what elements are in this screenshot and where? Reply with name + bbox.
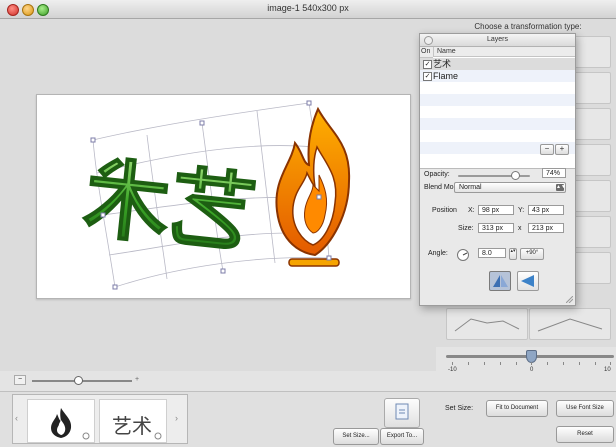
artwork-svg[interactable]: 艺术	[37, 95, 410, 298]
size-separator: x	[518, 225, 522, 232]
reset-button[interactable]: Reset	[556, 426, 614, 443]
flip-horizontal-icon	[493, 275, 508, 287]
flip-horizontal-button[interactable]	[489, 271, 511, 291]
angle-stepper[interactable]: ▴▾	[509, 248, 517, 260]
artwork-text-layer[interactable]: 艺术	[78, 148, 261, 267]
svg-text:艺术: 艺术	[79, 149, 261, 266]
zoom-slider-knob[interactable]	[74, 376, 83, 385]
add-layer-button[interactable]: +	[555, 144, 569, 155]
slider-tick	[516, 362, 517, 365]
width-field[interactable]: 313 px	[478, 223, 514, 233]
empty-row	[420, 94, 575, 106]
slider-tick	[579, 362, 580, 365]
slider-tick	[595, 362, 596, 365]
set-size-button[interactable]: Set Size...	[333, 428, 379, 445]
wave-preview-icon	[454, 318, 520, 332]
slider-tick	[500, 362, 501, 365]
empty-row	[420, 82, 575, 94]
slider-min-label: -10	[448, 367, 457, 373]
flip-vertical-button[interactable]	[517, 271, 539, 291]
slider-tick	[468, 362, 469, 365]
column-name[interactable]: Name	[433, 47, 575, 57]
scroll-right-icon[interactable]: ›	[175, 413, 178, 423]
flame-icon	[51, 408, 90, 440]
layers-palette-title: Layers	[486, 36, 508, 43]
empty-row	[420, 106, 575, 118]
opacity-field[interactable]: 74%	[542, 168, 566, 178]
thumbnail-gear-icon	[154, 432, 162, 440]
remove-layer-button[interactable]: −	[540, 144, 554, 155]
position-label: Position	[432, 207, 457, 214]
layer-visible-checkbox[interactable]: ✓	[423, 60, 432, 69]
text-thumbnail[interactable]: 艺术	[99, 399, 167, 443]
zoom-in-label[interactable]: +	[135, 376, 139, 383]
slider-tick	[563, 362, 564, 365]
layer-visible-checkbox[interactable]: ✓	[423, 72, 432, 81]
layer-name: Flame	[433, 71, 459, 81]
slider-max-label: 10	[604, 367, 611, 373]
layer-name: 艺术	[433, 59, 452, 69]
flame-thumbnail[interactable]	[27, 399, 95, 443]
x-label: X:	[468, 207, 475, 214]
blend-mode-value: Normal	[459, 184, 482, 191]
title-bar: image-1 540x300 px	[0, 0, 616, 19]
layer-row[interactable]: ✓ 艺术	[420, 58, 575, 70]
empty-row	[420, 130, 575, 142]
set-size-label: Set Size:	[445, 405, 474, 412]
use-font-size-button[interactable]: Use Font Size	[556, 400, 614, 417]
export-icon[interactable]	[384, 398, 420, 428]
slider-tick	[547, 362, 548, 365]
y-field[interactable]: 43 px	[528, 205, 564, 215]
angle-field[interactable]: 8.0	[478, 248, 506, 258]
preset-panel-title: Choose a transformation type:	[474, 22, 582, 31]
layers-palette[interactable]: Layers On Name ✓ 艺术 ✓ Flame − + Opacity:…	[419, 33, 576, 306]
export-button[interactable]: Export To...	[380, 428, 424, 445]
scroll-left-icon[interactable]: ‹	[15, 413, 18, 423]
preset-tile[interactable]	[529, 308, 611, 340]
slider-tick	[610, 362, 611, 365]
angle-dial-icon[interactable]	[457, 249, 469, 261]
resize-grip-icon[interactable]	[566, 296, 573, 303]
column-on[interactable]: On	[420, 47, 433, 58]
layer-thumbnails-strip: 艺术 ‹ ›	[12, 394, 188, 444]
preset-tile[interactable]	[446, 308, 528, 340]
slider-tick	[452, 362, 453, 365]
rotate-90-button[interactable]: +90°	[520, 248, 544, 260]
layers-palette-header[interactable]: Layers	[420, 34, 575, 47]
artboard[interactable]: 艺术	[36, 94, 411, 299]
size-label: Size:	[458, 225, 474, 232]
opacity-label: Opacity:	[424, 171, 450, 178]
blend-mode-select[interactable]: Normal ▲▼	[454, 182, 566, 193]
slider-tick	[531, 362, 532, 365]
zoom-out-button[interactable]: −	[14, 375, 26, 385]
window-title: image-1 540x300 px	[267, 3, 349, 13]
opacity-slider-knob[interactable]	[511, 171, 520, 180]
fit-to-document-button[interactable]: Fit to Document	[486, 400, 548, 417]
arc-preview-icon	[537, 318, 603, 332]
height-field[interactable]: 213 px	[528, 223, 564, 233]
select-arrow-icon: ▲▼	[556, 184, 566, 191]
layer-row[interactable]: ✓ Flame	[420, 70, 575, 82]
angle-label: Angle:	[428, 250, 448, 257]
slider-mid-label: 0	[530, 367, 534, 373]
y-label: Y:	[518, 207, 525, 214]
empty-row	[420, 118, 575, 130]
x-field[interactable]: 98 px	[478, 205, 514, 215]
flame-layer[interactable]	[275, 106, 351, 267]
slider-tick	[484, 362, 485, 365]
flip-vertical-icon	[521, 275, 534, 287]
